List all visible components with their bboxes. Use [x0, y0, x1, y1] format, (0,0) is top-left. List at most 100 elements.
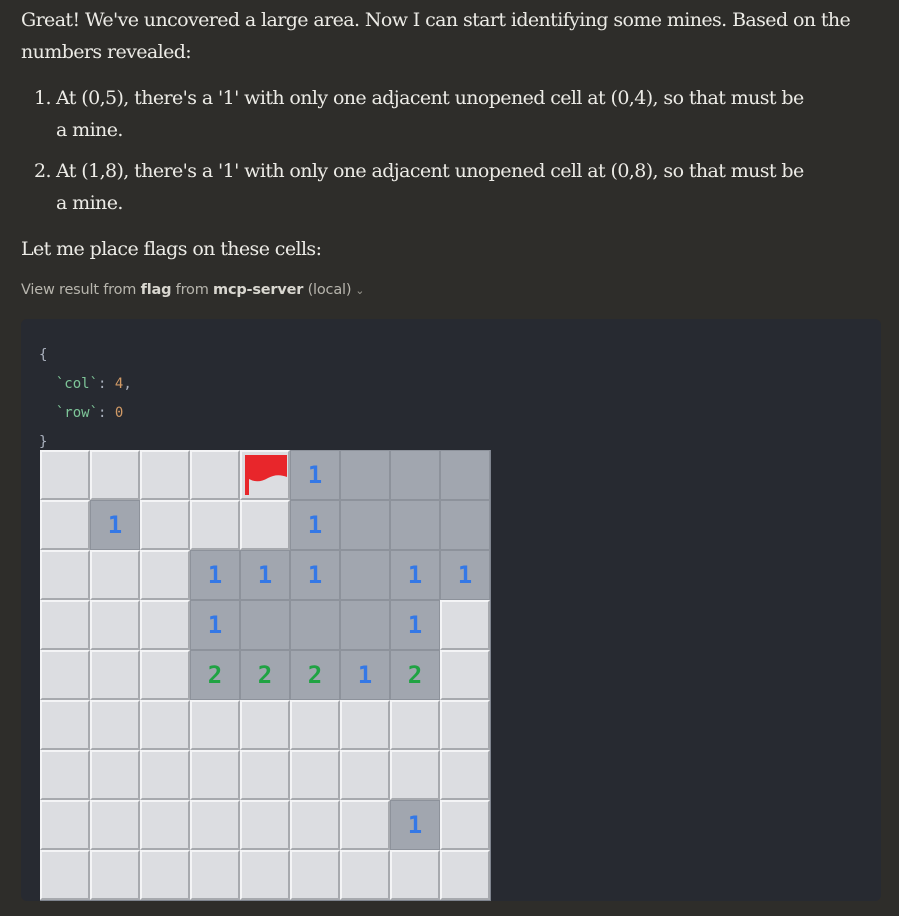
board-cell-closed[interactable] — [440, 800, 490, 850]
board-cell-closed[interactable] — [40, 700, 90, 750]
board-cell-closed[interactable] — [90, 650, 140, 700]
board-cell-closed[interactable] — [440, 850, 490, 900]
cell-number-label: 1 — [257, 561, 273, 589]
board-cell-closed[interactable] — [440, 750, 490, 800]
cell-number-label: 1 — [207, 611, 223, 639]
tool-prefix: View result from — [21, 282, 141, 298]
board-cell-number[interactable]: 1 — [290, 450, 340, 500]
board-cell-closed[interactable] — [190, 450, 240, 500]
board-cell-closed[interactable] — [390, 700, 440, 750]
board-cell-closed[interactable] — [190, 700, 240, 750]
board-cell-number[interactable]: 1 — [290, 550, 340, 600]
board-cell-closed[interactable] — [140, 600, 190, 650]
board-cell-closed[interactable] — [290, 800, 340, 850]
cell-number-label: 1 — [407, 811, 423, 839]
board-cell-number[interactable]: 1 — [340, 650, 390, 700]
view-result-toggle[interactable]: View result from flag from mcp-server (l… — [21, 282, 365, 298]
reasoning-step: 2. At (1,8), there's a '1' with only one… — [0, 155, 816, 219]
board-cell-closed[interactable] — [40, 650, 90, 700]
board-cell-closed[interactable] — [140, 450, 190, 500]
board-cell-closed[interactable] — [190, 500, 240, 550]
board-cell-number[interactable]: 1 — [190, 600, 240, 650]
board-cell-closed[interactable] — [40, 850, 90, 900]
board-cell-closed[interactable] — [40, 750, 90, 800]
board-cell-closed[interactable] — [90, 450, 140, 500]
board-cell-closed[interactable] — [340, 800, 390, 850]
board-cell-closed[interactable] — [40, 450, 90, 500]
board-cell-closed[interactable] — [40, 550, 90, 600]
board-cell-closed[interactable] — [140, 700, 190, 750]
cell-number-label: 1 — [457, 561, 473, 589]
board-cell-closed[interactable] — [290, 750, 340, 800]
board-cell-closed[interactable] — [140, 850, 190, 900]
board-cell-open[interactable] — [440, 500, 490, 550]
board-cell-closed[interactable] — [90, 700, 140, 750]
intro-text: Great! We've uncovered a large area. Now… — [21, 9, 851, 63]
board-cell-closed[interactable] — [390, 750, 440, 800]
board-cell-closed[interactable] — [190, 750, 240, 800]
cell-number-label: 1 — [307, 561, 323, 589]
board-cell-closed[interactable] — [290, 700, 340, 750]
board-cell-closed[interactable] — [440, 650, 490, 700]
tool-suffix: (local) — [303, 282, 352, 298]
board-cell-closed[interactable] — [390, 850, 440, 900]
board-cell-number[interactable]: 1 — [240, 550, 290, 600]
board-cell-closed[interactable] — [140, 500, 190, 550]
board-cell-closed[interactable] — [240, 750, 290, 800]
board-cell-closed[interactable] — [140, 800, 190, 850]
step-number: 1. — [34, 87, 52, 109]
board-cell-closed[interactable] — [240, 500, 290, 550]
cell-number-label: 2 — [207, 661, 223, 689]
board-cell-closed[interactable] — [140, 750, 190, 800]
board-cell-number[interactable]: 2 — [290, 650, 340, 700]
board-cell-number[interactable]: 1 — [290, 500, 340, 550]
board-cell-closed[interactable] — [90, 550, 140, 600]
board-cell-number[interactable]: 1 — [190, 550, 240, 600]
board-cell-number[interactable]: 2 — [240, 650, 290, 700]
board-cell-closed[interactable] — [340, 850, 390, 900]
board-cell-closed[interactable] — [290, 850, 340, 900]
step-text: At (0,5), there's a '1' with only one ad… — [56, 87, 804, 141]
cell-number-label: 1 — [307, 461, 323, 489]
board-cell-closed[interactable] — [140, 650, 190, 700]
board-cell-closed[interactable] — [90, 850, 140, 900]
board-cell-open[interactable] — [340, 600, 390, 650]
cell-number-label: 2 — [257, 661, 273, 689]
board-cell-closed[interactable] — [40, 500, 90, 550]
board-cell-number[interactable]: 1 — [390, 800, 440, 850]
board-cell-flagged[interactable] — [240, 450, 290, 500]
board-cell-open[interactable] — [290, 600, 340, 650]
board-cell-closed[interactable] — [90, 600, 140, 650]
board-cell-open[interactable] — [340, 500, 390, 550]
board-cell-number[interactable]: 1 — [90, 500, 140, 550]
board-cell-closed[interactable] — [40, 800, 90, 850]
board-cell-closed[interactable] — [240, 700, 290, 750]
board-cell-number[interactable]: 1 — [390, 600, 440, 650]
board-cell-open[interactable] — [390, 450, 440, 500]
chevron-down-icon[interactable]: ⌄ — [355, 284, 364, 297]
board-cell-closed[interactable] — [190, 800, 240, 850]
board-cell-closed[interactable] — [440, 600, 490, 650]
board-cell-closed[interactable] — [340, 750, 390, 800]
step-text: At (1,8), there's a '1' with only one ad… — [56, 160, 804, 214]
board-cell-closed[interactable] — [190, 850, 240, 900]
tool-result-panel: { `col`: 4, `row`: 0 } 1 1 1 1 1 1 1 1 1 1 2 2 2 1 2 1 — [21, 319, 881, 901]
board-cell-closed[interactable] — [440, 700, 490, 750]
board-cell-closed[interactable] — [90, 750, 140, 800]
board-cell-closed[interactable] — [90, 800, 140, 850]
board-cell-number[interactable]: 1 — [440, 550, 490, 600]
board-cell-open[interactable] — [440, 450, 490, 500]
board-cell-closed[interactable] — [340, 700, 390, 750]
board-cell-number[interactable]: 2 — [190, 650, 240, 700]
board-cell-closed[interactable] — [240, 850, 290, 900]
row-key: `row` — [55, 405, 99, 421]
board-cell-closed[interactable] — [40, 600, 90, 650]
board-cell-number[interactable]: 2 — [390, 650, 440, 700]
board-cell-closed[interactable] — [240, 800, 290, 850]
board-cell-open[interactable] — [340, 450, 390, 500]
board-cell-number[interactable]: 1 — [390, 550, 440, 600]
board-cell-open[interactable] — [390, 500, 440, 550]
board-cell-open[interactable] — [240, 600, 290, 650]
board-cell-closed[interactable] — [140, 550, 190, 600]
board-cell-open[interactable] — [340, 550, 390, 600]
